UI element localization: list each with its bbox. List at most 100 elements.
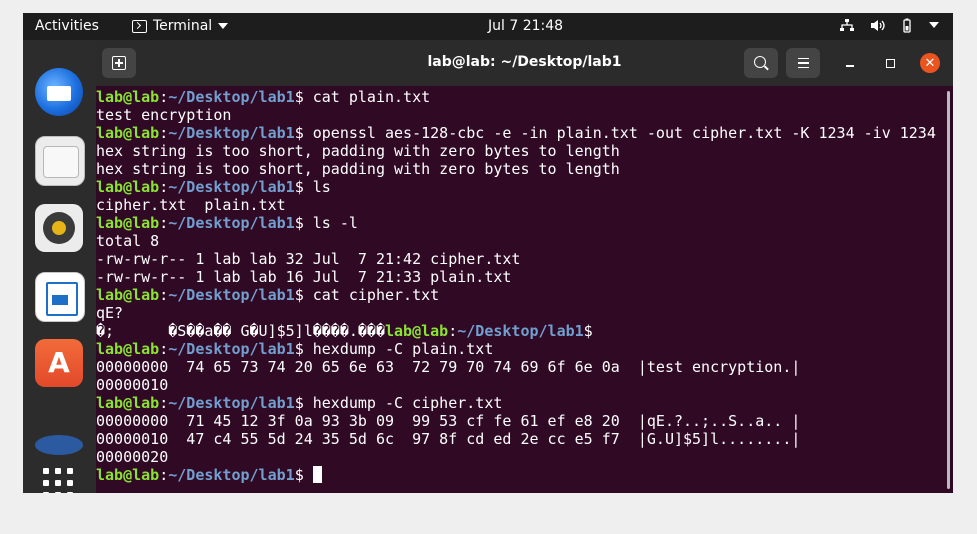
prompt-user: lab@lab [96, 124, 160, 142]
menu-button[interactable] [786, 48, 820, 78]
prompt-symbol: $ [294, 466, 304, 484]
prompt-path: ~/Desktop/lab1 [168, 178, 295, 196]
prompt-path: ~/Desktop/lab1 [168, 466, 295, 484]
prompt-user: lab@lab [96, 286, 160, 304]
prompt-path: ~/Desktop/lab1 [168, 286, 295, 304]
prompt-path: ~/Desktop/lab1 [168, 394, 295, 412]
command-text: ls [303, 178, 331, 196]
minimize-icon [846, 65, 854, 67]
scrollbar-thumb[interactable] [947, 91, 950, 489]
terminal-icon [132, 19, 147, 33]
close-icon: ✕ [924, 55, 936, 71]
vertical-scrollbar[interactable] [944, 86, 953, 493]
output-text: hex string is too short, padding with ze… [96, 142, 620, 160]
terminal-window: lab@lab: ~/Desktop/lab1 ✕ lab@lab:~/Desk… [96, 40, 953, 493]
terminal-output[interactable]: lab@lab:~/Desktop/lab1$ cat plain.txt tes… [96, 86, 944, 493]
search-icon [754, 56, 766, 68]
output-line: 00000010 47 c4 55 5d 24 35 5d 6c 97 8f c… [96, 430, 800, 448]
output-text: 00000000 74 65 73 74 20 65 6e 63 72 79 7… [96, 358, 801, 376]
prompt-user: lab@lab [96, 340, 160, 358]
prompt-user: lab@lab [96, 394, 160, 412]
output-text: total 8 [96, 232, 160, 250]
output-line: hex string is too short, padding with ze… [96, 160, 620, 178]
prompt-separator: : [159, 466, 169, 484]
prompt-symbol: $ [294, 178, 304, 196]
output-line: -rw-rw-r-- 1 lab lab 16 Jul 7 21:33 plai… [96, 268, 511, 286]
output-line: total 8 [96, 232, 159, 250]
system-menu-icon [929, 22, 939, 28]
prompt-user: lab@lab [96, 466, 160, 484]
software-store-icon[interactable]: A [35, 339, 83, 387]
prompt-symbol: $ [583, 322, 593, 340]
rhythmbox-icon[interactable] [35, 204, 83, 252]
output-line: 00000000 71 45 12 3f 0a 93 3b 09 99 53 c… [96, 412, 800, 430]
output-text: 00000020 [96, 448, 169, 466]
output-line: test encryption [96, 106, 231, 124]
app-menu[interactable]: Terminal [132, 18, 229, 34]
thunderbird-icon[interactable] [35, 68, 83, 116]
files-icon[interactable] [35, 136, 85, 186]
minimize-button[interactable] [840, 53, 860, 73]
prompt-separator: : [159, 178, 169, 196]
output-text: hex string is too short, padding with ze… [96, 160, 620, 178]
prompt-user: lab@lab [96, 88, 160, 106]
output-text: �; �S��a�� G�U]$5]l����.��� [96, 322, 385, 340]
output-line: hex string is too short, padding with ze… [96, 142, 620, 160]
app-grid-icon[interactable] [43, 468, 75, 493]
output-line: qE? [96, 304, 123, 322]
prompt-symbol: $ [294, 340, 304, 358]
command-text: ls -l [303, 214, 358, 232]
command-text: openssl aes-128-cbc -e -in plain.txt -ou… [303, 124, 936, 142]
prompt-line: �; �S��a�� G�U]$5]l����.���lab@lab:~/Des… [96, 322, 593, 340]
search-button[interactable] [744, 48, 778, 78]
clock[interactable]: Jul 7 21:48 [488, 18, 563, 34]
output-text: cipher.txt plain.txt [96, 196, 286, 214]
maximize-icon [885, 58, 895, 68]
output-text: 00000000 71 45 12 3f 0a 93 3b 09 99 53 c… [96, 412, 801, 430]
prompt-user: lab@lab [96, 178, 160, 196]
system-status-area[interactable] [839, 18, 939, 33]
output-line: -rw-rw-r-- 1 lab lab 32 Jul 7 21:42 ciph… [96, 250, 520, 268]
prompt-separator: : [159, 214, 169, 232]
prompt-path: ~/Desktop/lab1 [168, 88, 295, 106]
output-text: 00000010 47 c4 55 5d 24 35 5d 6c 97 8f c… [96, 430, 801, 448]
activities-button[interactable]: Activities [35, 18, 99, 34]
desktop-screen: Activities Terminal Jul 7 21:48 A lab@la… [23, 13, 953, 493]
prompt-path: ~/Desktop/lab1 [168, 124, 295, 142]
output-text: -rw-rw-r-- 1 lab lab 16 Jul 7 21:33 plai… [96, 268, 512, 286]
dock: A [23, 40, 96, 493]
maximize-button[interactable] [880, 53, 900, 73]
prompt-separator: : [159, 88, 169, 106]
help-icon[interactable] [35, 435, 83, 455]
prompt-user: lab@lab [384, 322, 449, 340]
text-cursor [312, 466, 322, 483]
prompt-path: ~/Desktop/lab1 [168, 214, 295, 232]
prompt-path: ~/Desktop/lab1 [168, 340, 295, 358]
output-text: 00000010 [96, 376, 169, 394]
prompt-symbol: $ [294, 394, 304, 412]
prompt-path: ~/Desktop/lab1 [457, 322, 584, 340]
close-button[interactable]: ✕ [920, 53, 940, 73]
output-line: 00000020 [96, 448, 168, 466]
chevron-down-icon [218, 23, 229, 29]
prompt-symbol: $ [294, 88, 304, 106]
prompt-line: lab@lab:~/Desktop/lab1$ ls -l [96, 214, 358, 232]
prompt-line: lab@lab:~/Desktop/lab1$ cat cipher.txt [96, 286, 439, 304]
command-text: cat plain.txt [303, 88, 431, 106]
window-title: lab@lab: ~/Desktop/lab1 [427, 54, 622, 70]
prompt-user: lab@lab [96, 214, 160, 232]
libreoffice-impress-icon[interactable] [35, 272, 85, 322]
prompt-line: lab@lab:~/Desktop/lab1$ [96, 466, 322, 484]
output-text: test encryption [96, 106, 232, 124]
output-text: -rw-rw-r-- 1 lab lab 32 Jul 7 21:42 ciph… [96, 250, 521, 268]
output-line: 00000010 [96, 376, 168, 394]
title-bar[interactable]: lab@lab: ~/Desktop/lab1 ✕ [96, 40, 953, 86]
prompt-separator: : [159, 286, 169, 304]
volume-icon [869, 18, 885, 32]
output-text: qE? [96, 304, 124, 322]
command-text: cat cipher.txt [303, 286, 440, 304]
output-line: 00000000 74 65 73 74 20 65 6e 63 72 79 7… [96, 358, 800, 376]
hamburger-icon [797, 57, 809, 60]
command-text: hexdump -C plain.txt [303, 340, 494, 358]
prompt-separator: : [159, 124, 169, 142]
